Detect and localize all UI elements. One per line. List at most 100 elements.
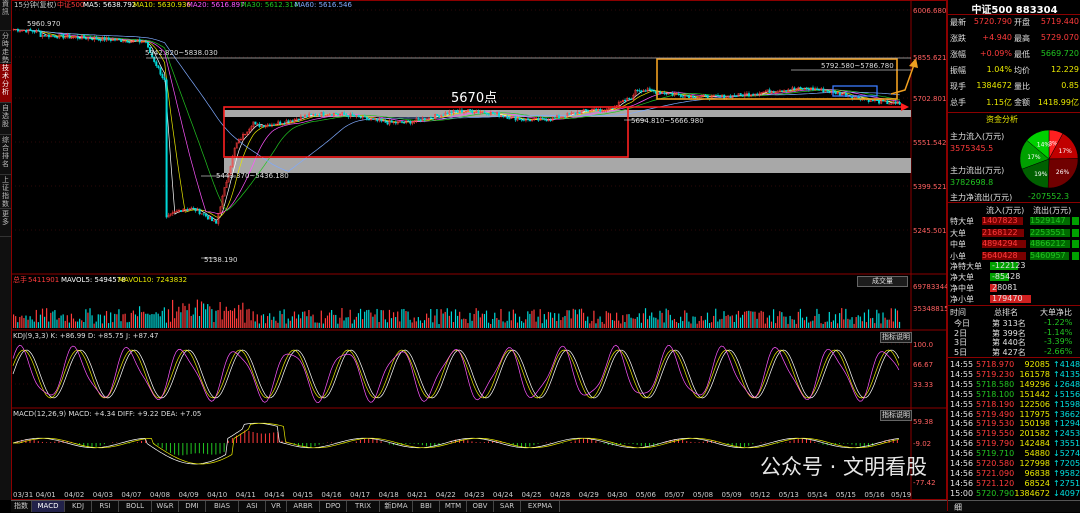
tab-15[interactable]: MTM [440, 501, 467, 512]
quote-value-1b: 5729.070 [1034, 33, 1079, 42]
macd-help-button[interactable]: 指标说明 [880, 410, 912, 421]
volume-bar-27 [69, 323, 70, 328]
x-date-1: 04/01 [36, 491, 56, 499]
macd-bar-154 [331, 442, 332, 443]
candle-body-406 [851, 97, 853, 99]
volume-bar-285 [602, 322, 603, 328]
tab-4[interactable]: BOLL [119, 501, 152, 512]
volume-bar-150 [323, 324, 324, 328]
tab-12[interactable]: TRIX [347, 501, 380, 512]
flow-in-1: 2168122 [982, 228, 1018, 237]
candle-body-366 [769, 90, 771, 93]
volume-bar-148 [319, 323, 320, 328]
leftbar-item-5[interactable]: 上证指数 [0, 176, 11, 209]
tab-3[interactable]: RSI [92, 501, 119, 512]
volume-bar-153 [329, 313, 330, 328]
net-value: -207552.3 [1028, 192, 1069, 201]
volume-bar-230 [488, 323, 489, 328]
candle-body-93 [205, 214, 207, 216]
price-tick-2: 5702.801 [913, 95, 946, 103]
volume-bar-266 [562, 317, 563, 328]
volume-bar-227 [482, 314, 483, 328]
flow-swatch-2 [1072, 240, 1079, 248]
tab-17[interactable]: SAR [494, 501, 521, 512]
flow-name-0: 特大单 [950, 216, 974, 227]
volume-bar-392 [823, 324, 824, 328]
tab-13[interactable]: 新DMA [380, 501, 413, 512]
macd-bar-300 [633, 443, 634, 444]
volume-bar-123 [267, 316, 268, 328]
ma-label-4: MA60: 5616.546 [294, 1, 352, 9]
quote-value-3a: 1.04% [970, 65, 1012, 74]
volume-bar-304 [641, 323, 642, 328]
volume-bar-234 [496, 318, 497, 328]
tab-7[interactable]: BIAS [206, 501, 239, 512]
tab-5[interactable]: W&R [152, 501, 179, 512]
tab-8[interactable]: ASI [239, 501, 266, 512]
leftbar-item-0[interactable]: 資訊 [0, 0, 11, 31]
volume-bar-193 [412, 322, 413, 328]
tab-2[interactable]: KDJ [65, 501, 92, 512]
leftbar-item-1[interactable]: 分時走勢 [0, 32, 11, 63]
leftbar-item-4[interactable]: 综合排名 [0, 136, 11, 175]
candle-body-176 [376, 119, 378, 121]
volume-bar-26 [67, 315, 68, 328]
volume-bar-395 [829, 312, 830, 328]
macd-bar-384 [806, 439, 807, 443]
candle-body-180 [385, 121, 387, 123]
volume-bar-117 [255, 321, 256, 328]
tab-1[interactable]: MACD [32, 501, 65, 512]
volume-bar-90 [199, 316, 200, 328]
kline-chart[interactable]: 15分钟(复权) 中证500 MA5: 5638.792MA10: 5630.9… [11, 0, 947, 500]
macd-bar-302 [637, 443, 638, 445]
macd-bar-20 [54, 442, 55, 443]
volume-bar-181 [387, 322, 388, 328]
volume-bar-57 [131, 313, 132, 328]
tab-6[interactable]: DMI [179, 501, 206, 512]
net-name-3: 净小单 [950, 294, 974, 305]
tick-volume-8: 142484 [1014, 439, 1050, 448]
volume-bar-18 [50, 313, 51, 328]
kdj-tick-2: 33.33 [913, 381, 933, 389]
net-value-0: -122123 [992, 261, 1025, 270]
tab-0[interactable]: 指数 [11, 501, 32, 512]
kdj-help-button[interactable]: 指标说明 [880, 332, 912, 343]
leftbar-item-2[interactable]: 技术分析 [0, 64, 11, 103]
candle-body-278 [587, 110, 589, 111]
macd-bar-88 [195, 443, 196, 453]
tick-time-0: 14:55 [950, 360, 973, 369]
volume-bar-100 [220, 302, 221, 328]
candle-body-188 [401, 121, 403, 122]
volume-bar-179 [383, 310, 384, 328]
volume-bar-88 [195, 308, 196, 328]
tick-price-2: 5718.580 [976, 380, 1014, 389]
candle-body-389 [816, 89, 818, 90]
candle-body-65 [147, 42, 149, 47]
tab-9[interactable]: VR [266, 501, 287, 512]
volume-bar-289 [610, 313, 611, 328]
tab-16[interactable]: OBV [467, 501, 494, 512]
tab-11[interactable]: DPO [320, 501, 347, 512]
detail-tab[interactable]: 细 [954, 502, 962, 513]
flow-name-3: 小单 [950, 251, 966, 262]
volume-bar-60 [137, 316, 138, 328]
tab-18[interactable]: EXPMA [521, 501, 560, 512]
macd-bar-100 [220, 443, 221, 454]
flow-out-3: 5460957 [1030, 251, 1066, 260]
volume-bar-298 [628, 314, 629, 328]
candle-body-427 [895, 102, 897, 103]
candle-body-72 [162, 74, 164, 77]
macd-bar-230 [488, 441, 489, 443]
leftbar-item-3[interactable]: 自选股 [0, 104, 11, 135]
volume-bar-350 [736, 314, 737, 328]
volume-indicator-button[interactable]: 成交量 [857, 276, 908, 287]
candle-body-344 [723, 95, 725, 99]
volume-bar-122 [265, 323, 266, 328]
candle-body-135 [292, 121, 294, 122]
leftbar-item-6[interactable]: 更多 [0, 210, 11, 237]
macd-bar-410 [860, 443, 861, 446]
tab-10[interactable]: ARBR [287, 501, 320, 512]
volume-bar-417 [874, 323, 875, 328]
fund-analysis-title[interactable]: 资金分析 [986, 114, 1018, 125]
tab-14[interactable]: BBI [413, 501, 440, 512]
